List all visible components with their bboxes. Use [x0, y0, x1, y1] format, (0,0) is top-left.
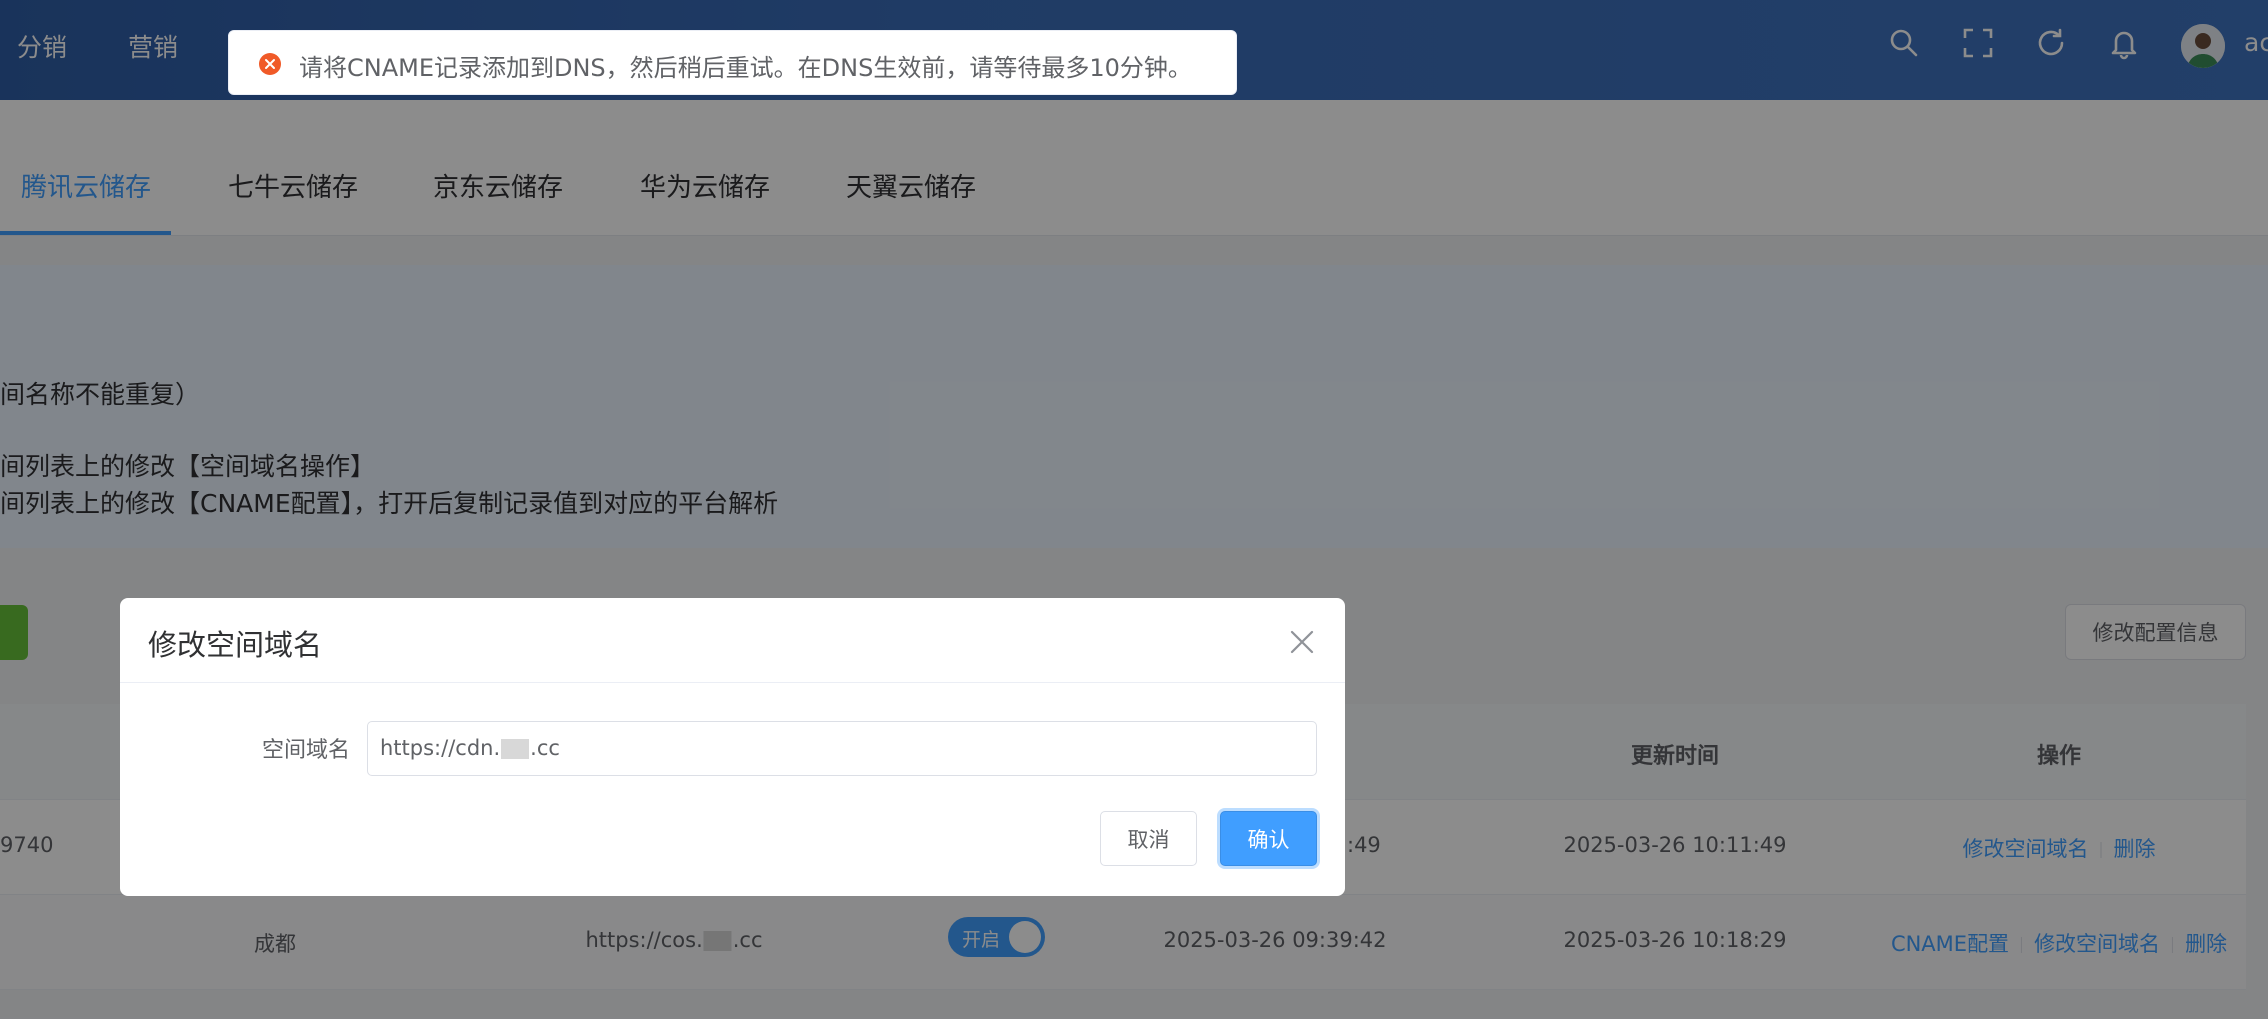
- domain-input[interactable]: https://cdn. .cc: [367, 721, 1317, 776]
- close-icon[interactable]: [1288, 628, 1316, 656]
- redacted-block: [501, 739, 530, 759]
- confirm-button[interactable]: 确认: [1220, 811, 1317, 866]
- toast-message: 请将CNAME记录添加到DNS，然后稍后重试。在DNS生效前，请等待最多10分钟…: [299, 54, 1192, 82]
- error-icon: [258, 52, 282, 76]
- domain-input-suffix: .cc: [530, 736, 560, 760]
- domain-field-label: 空间域名: [262, 738, 351, 763]
- dialog-title: 修改空间域名: [148, 628, 323, 662]
- edit-domain-dialog: 修改空间域名 空间域名 https://cdn. .cc 取消 确认: [120, 598, 1345, 896]
- dialog-divider: [120, 682, 1345, 683]
- domain-input-prefix: https://cdn.: [380, 736, 501, 760]
- error-toast: 请将CNAME记录添加到DNS，然后稍后重试。在DNS生效前，请等待最多10分钟…: [228, 30, 1237, 95]
- cancel-button[interactable]: 取消: [1100, 811, 1197, 866]
